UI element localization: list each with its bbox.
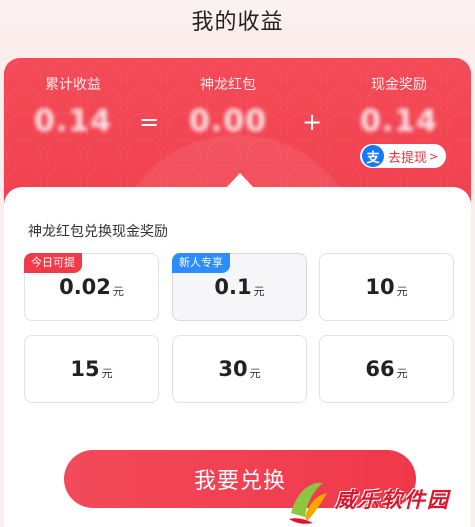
total-earnings: 累计收益 0.14 [28,74,118,139]
option-amount: 66 [365,357,395,381]
option-unit: 元 [101,367,113,380]
total-earnings-value: 0.14 [33,104,113,139]
plus-sign: + [302,108,323,136]
today-withdrawable-tag: 今日可提 [24,253,82,273]
exchange-title: 神龙红包兑换现金奖励 [28,224,168,240]
option-amount: 15 [70,357,100,381]
title-bar: 我的收益 [0,0,475,48]
cash-reward-label: 现金奖励 [371,77,427,93]
exchange-option-1[interactable]: 新人专享 0.1 元 [172,253,307,321]
newcomer-tag: 新人专享 [172,253,230,273]
redeem-button-label: 我要兑换 [193,469,286,494]
watermark-text: 威乐软件园 [335,487,450,512]
alipay-icon: 支 [362,145,384,167]
watermark-logo-icon [283,473,331,525]
option-unit: 元 [253,285,265,298]
option-amount: 0.02 [59,275,111,299]
withdraw-label: 去提现 [388,150,428,166]
dragon-redpacket-value: 0.00 [188,104,268,139]
option-unit: 元 [112,285,124,298]
chevron-right-icon: > [429,149,439,163]
option-unit: 元 [396,367,408,380]
exchange-option-4[interactable]: 30 元 [172,335,307,403]
total-earnings-label: 累计收益 [45,77,101,93]
exchange-option-0[interactable]: 今日可提 0.02 元 [24,253,159,321]
exchange-option-2[interactable]: 10 元 [319,253,454,321]
dragon-redpacket: 神龙红包 0.00 [180,74,276,139]
card-pointer [227,173,253,187]
equals-sign: = [139,108,160,136]
option-amount: 0.1 [214,275,252,299]
withdraw-button[interactable]: 支 去提现 > [360,144,447,168]
exchange-option-3[interactable]: 15 元 [24,335,159,403]
cash-reward: 现金奖励 0.14 [354,74,444,139]
option-amount: 10 [365,275,395,299]
option-amount: 30 [218,357,248,381]
site-watermark: 威乐软件园 [283,470,475,527]
cash-reward-value: 0.14 [359,104,439,139]
option-unit: 元 [396,285,408,298]
page-title: 我的收益 [191,10,284,35]
exchange-option-5[interactable]: 66 元 [319,335,454,403]
dragon-redpacket-label: 神龙红包 [200,77,256,93]
option-unit: 元 [249,367,261,380]
